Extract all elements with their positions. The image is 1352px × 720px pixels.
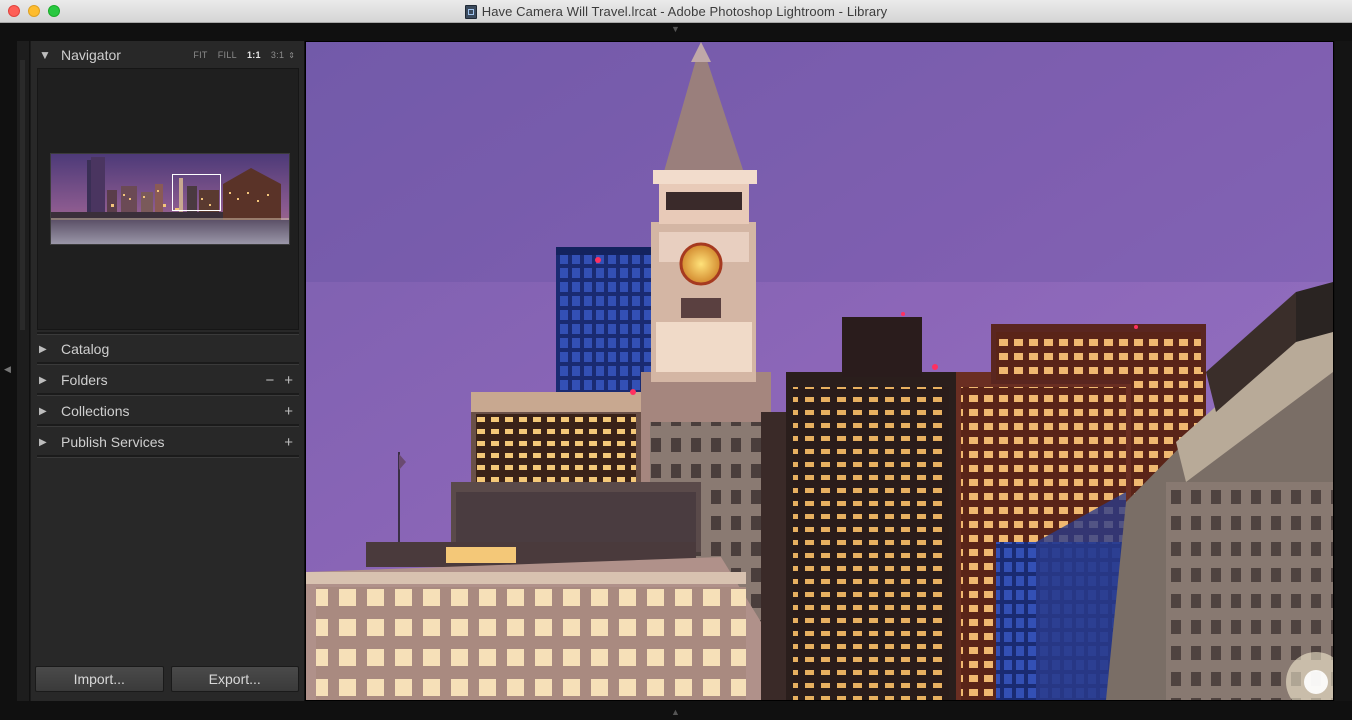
catalog-panel-header[interactable]: ▶ Catalog <box>37 335 299 363</box>
left-panel: ▼ Navigator FIT FILL 1:1 3:1 ⇕ ▶ Catalog… <box>30 41 304 701</box>
panel-separator <box>37 424 299 427</box>
add-folder-icon[interactable]: + <box>284 373 293 388</box>
folders-actions: − + <box>265 373 293 388</box>
zoom-stepper-icon[interactable]: ⇕ <box>288 51 295 60</box>
zoom-fit-option[interactable]: FIT <box>193 50 207 60</box>
title-container: Have Camera Will Travel.lrcat - Adobe Ph… <box>0 0 1352 23</box>
publish-services-label: Publish Services <box>61 434 165 450</box>
triangle-right-icon: ▶ <box>39 343 47 355</box>
export-button[interactable]: Export... <box>170 666 299 692</box>
publish-services-actions: + <box>284 435 293 450</box>
navigator-header[interactable]: ▼ Navigator FIT FILL 1:1 3:1 ⇕ <box>37 41 299 69</box>
triangle-right-icon: ▶ <box>39 374 47 386</box>
top-panel-toggle-icon[interactable]: ▼ <box>671 25 680 34</box>
catalog-label: Catalog <box>61 341 110 357</box>
zoom-3to1-option[interactable]: 3:1 <box>271 50 284 60</box>
panel-bottom-buttons: Import... Export... <box>35 666 299 692</box>
collections-actions: + <box>284 404 293 419</box>
navigator-thumbnail[interactable] <box>50 153 290 245</box>
import-button[interactable]: Import... <box>35 666 164 692</box>
lightroom-window: Have Camera Will Travel.lrcat - Adobe Ph… <box>0 0 1352 720</box>
add-collection-icon[interactable]: + <box>284 404 293 419</box>
zoom-1to1-option[interactable]: 1:1 <box>247 50 261 60</box>
navigator-zoom-options: FIT FILL 1:1 3:1 ⇕ <box>193 50 295 60</box>
navigator-label: Navigator <box>61 47 121 63</box>
left-panel-toggle-icon[interactable]: ◀ <box>4 365 11 374</box>
navigator-view-frame[interactable] <box>172 174 221 211</box>
triangle-right-icon: ▶ <box>39 405 47 417</box>
folders-label: Folders <box>61 372 108 388</box>
panel-separator <box>37 362 299 365</box>
left-panel-scroll-track[interactable] <box>20 60 25 330</box>
panel-separator <box>37 455 299 458</box>
collections-label: Collections <box>61 403 130 419</box>
window-title: Have Camera Will Travel.lrcat - Adobe Ph… <box>481 4 888 19</box>
triangle-right-icon: ▶ <box>39 436 47 448</box>
navigator-preview[interactable] <box>37 68 299 330</box>
collections-panel-header[interactable]: ▶ Collections + <box>37 397 299 425</box>
folders-panel-header[interactable]: ▶ Folders − + <box>37 366 299 394</box>
bottom-panel-toggle-icon[interactable]: ▲ <box>671 708 680 717</box>
zoom-fill-option[interactable]: FILL <box>218 50 237 60</box>
catalog-document-icon <box>464 4 477 19</box>
title-bar: Have Camera Will Travel.lrcat - Adobe Ph… <box>0 0 1352 23</box>
add-publish-service-icon[interactable]: + <box>284 435 293 450</box>
city-skyline-photo <box>306 42 1333 700</box>
navigator-thumbnail-image <box>51 154 289 244</box>
loupe-view-image[interactable] <box>305 41 1334 701</box>
remove-folder-icon[interactable]: − <box>265 373 274 388</box>
publish-services-panel-header[interactable]: ▶ Publish Services + <box>37 428 299 456</box>
right-panel-rail <box>1335 41 1352 701</box>
triangle-down-icon: ▼ <box>39 48 51 62</box>
panel-separator <box>37 393 299 396</box>
